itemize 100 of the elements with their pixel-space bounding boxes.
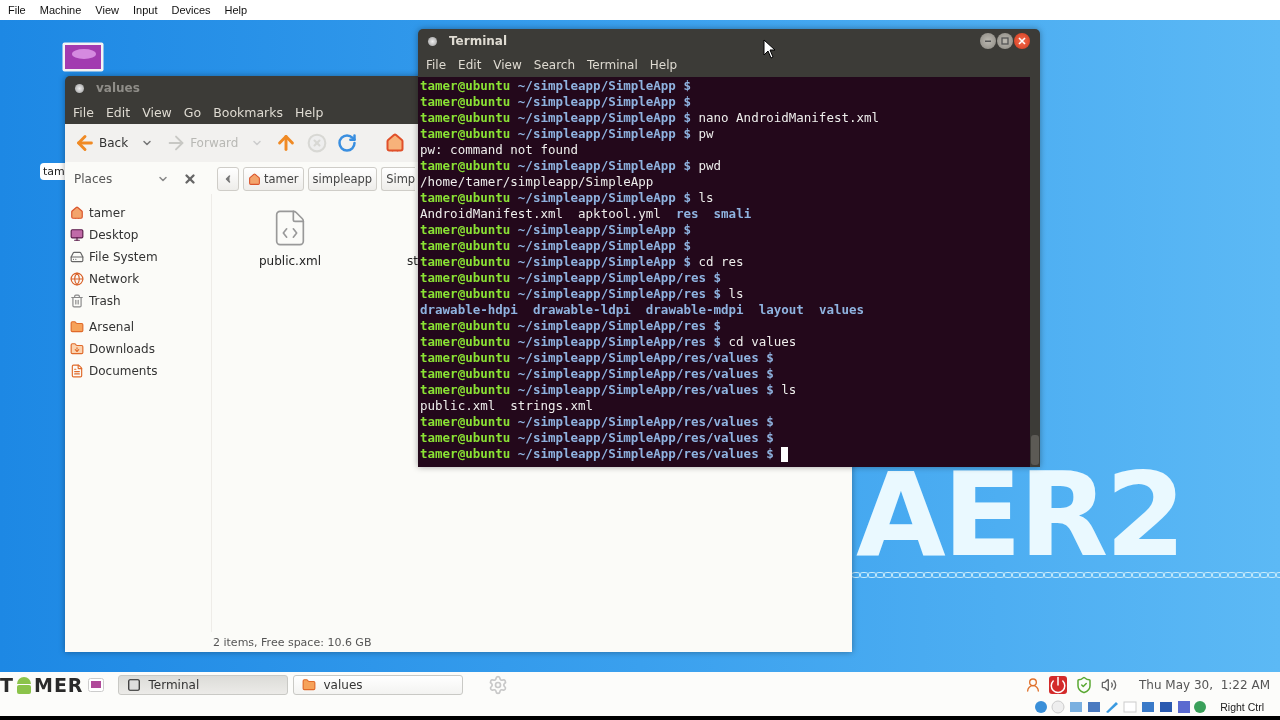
globe-icon (70, 272, 84, 286)
terminal-line: tamer@ubuntu ~/simpleapp/SimpleApp/res/values $ (420, 414, 774, 430)
menu-item[interactable]: Input (125, 4, 165, 16)
bookmark-item[interactable]: Arsenal (89, 320, 135, 334)
house-icon (248, 172, 261, 186)
sidebar-item[interactable]: File System (89, 250, 158, 264)
menu-item[interactable]: Help (217, 4, 255, 16)
window-title: values (96, 81, 140, 95)
user-icon[interactable] (1025, 677, 1041, 693)
terminal-line: tamer@ubuntu ~/simpleapp/SimpleApp/res $ (420, 318, 722, 334)
folder-icon (70, 320, 84, 334)
menu-item[interactable]: Edit (452, 58, 488, 72)
task-button[interactable]: Terminal (117, 675, 288, 695)
menu-item[interactable]: View (88, 4, 126, 16)
close-button[interactable] (1014, 33, 1030, 49)
terminal-line: public.xml strings.xml (420, 398, 594, 414)
terminal-line: AndroidManifest.xml apktool.yml res smali (420, 206, 752, 222)
back-button[interactable]: Back (71, 128, 159, 158)
monitor-icon (70, 228, 84, 242)
monitor-icon[interactable] (62, 42, 104, 72)
window-menu-icon[interactable] (75, 83, 84, 93)
menu-item[interactable]: Go (177, 104, 208, 120)
terminal-line: tamer@ubuntu ~/simpleapp/SimpleApp/res $ cd values (420, 334, 797, 350)
terminal-line: tamer@ubuntu ~/simpleapp/SimpleApp $ (420, 238, 691, 254)
menu-item[interactable]: File (1, 4, 33, 16)
terminal-line: tamer@ubuntu ~/simpleapp/SimpleApp $ (420, 222, 691, 238)
drive-icon (70, 250, 84, 264)
path-button[interactable]: simpleapp (307, 167, 378, 191)
menu-item[interactable]: View (136, 104, 178, 120)
trash-icon (70, 294, 84, 308)
menu-item[interactable]: File (420, 58, 453, 72)
sidebar-item[interactable]: Desktop (89, 228, 139, 242)
menu-item[interactable]: Edit (99, 104, 137, 120)
terminal-line: tamer@ubuntu ~/simpleapp/SimpleApp/res/values $ ls (420, 382, 797, 398)
terminal-line: tamer@ubuntu ~/simpleapp/SimpleApp/res $ ls (420, 286, 744, 302)
document-icon (70, 364, 84, 378)
scrollbar-thumb[interactable] (1031, 435, 1039, 465)
menu-item[interactable]: Help (643, 58, 684, 72)
terminal-line: tamer@ubuntu ~/simpleapp/SimpleApp $ (420, 94, 691, 110)
terminal-line: tamer@ubuntu ~/simpleapp/SimpleApp $ pw (420, 126, 714, 142)
back-arrow-icon (74, 132, 96, 154)
window-menu-icon[interactable] (428, 36, 437, 46)
terminal-line: tamer@ubuntu ~/simpleapp/SimpleApp $ nano AndroidManifest.xml (420, 110, 880, 126)
file-name[interactable]: public.xml (258, 254, 321, 268)
menu-item[interactable]: Help (289, 104, 330, 120)
download-folder-icon (70, 342, 84, 356)
terminal-line: drawable-hdpi drawable-ldpi drawable-mdpi layout values (420, 302, 865, 318)
path-button[interactable]: tamer (243, 167, 304, 191)
stop-icon (307, 133, 328, 153)
terminal-line: tamer@ubuntu ~/simpleapp/SimpleApp/res/values $ (420, 446, 774, 462)
maximize-icon (1001, 37, 1009, 45)
terminal-icon (126, 678, 141, 692)
power-icon[interactable] (1049, 676, 1067, 694)
desktop-icon-label[interactable]: tam (40, 163, 65, 180)
reload-icon (337, 133, 358, 153)
side-pane-selector[interactable]: Places (65, 166, 175, 192)
bookmark-item[interactable]: Downloads (89, 342, 155, 356)
terminal-line: tamer@ubuntu ~/simpleapp/SimpleApp $ ls (420, 190, 714, 206)
terminal-line: tamer@ubuntu ~/simpleapp/SimpleApp/res $ (420, 270, 722, 286)
terminal-line: tamer@ubuntu ~/simpleapp/SimpleApp/res/values $ (420, 430, 774, 446)
window-title: Terminal (449, 34, 508, 48)
terminal-line: /home/tamer/simpleapp/SimpleApp (420, 174, 654, 190)
menu-item[interactable]: Devices (164, 4, 218, 16)
host-key-label: Right Ctrl (1220, 701, 1264, 713)
terminal-line: tamer@ubuntu ~/simpleapp/SimpleApp $ cd res (420, 254, 744, 270)
close-pane-icon[interactable] (183, 172, 197, 186)
house-icon (70, 206, 84, 220)
home-folder-icon (385, 133, 406, 153)
file-name[interactable]: st (407, 254, 418, 268)
terminal-line: pw: command not found (420, 142, 579, 158)
bookmark-item[interactable]: Documents (89, 364, 158, 378)
show-desktop-icon[interactable] (87, 678, 104, 692)
sidebar-item[interactable]: Trash (89, 294, 121, 308)
scroll-left-button[interactable] (217, 167, 239, 191)
menu-item[interactable]: Search (527, 58, 582, 72)
terminal-line: tamer@ubuntu ~/simpleapp/SimpleApp/res/values $ (420, 366, 774, 382)
terminal-line: tamer@ubuntu ~/simpleapp/SimpleApp $ pwd (420, 158, 722, 174)
speaker-icon[interactable] (1101, 677, 1117, 693)
menu-item[interactable]: View (487, 58, 528, 72)
close-icon (1018, 37, 1026, 45)
sidebar-item[interactable]: Network (89, 272, 140, 286)
status-text: 2 items, Free space: 10.6 GB (213, 635, 372, 649)
menu-item[interactable]: Machine (32, 4, 89, 16)
menu-item[interactable]: Bookmarks (207, 104, 289, 120)
path-button[interactable]: Simp (381, 167, 416, 191)
mouse-pointer-icon (763, 39, 777, 59)
task-button[interactable]: values (292, 675, 463, 695)
logo-text: T (0, 674, 14, 696)
folder-icon (301, 678, 316, 692)
logo-text: MER (33, 674, 84, 696)
terminal-line: tamer@ubuntu ~/simpleapp/SimpleApp $ (420, 78, 691, 94)
minimize-button[interactable] (980, 33, 996, 49)
maximize-button[interactable] (997, 33, 1013, 49)
clock[interactable]: Thu May 30, 1:22 AM (1139, 678, 1270, 692)
sidebar-item[interactable]: tamer (89, 206, 126, 220)
menu-item[interactable]: Terminal (581, 58, 644, 72)
menu-item[interactable]: File (67, 104, 100, 120)
wallpaper-logo-text: AER2 (856, 470, 1184, 560)
terminal-line: tamer@ubuntu ~/simpleapp/SimpleApp/res/values $ (420, 350, 774, 366)
shield-check-icon[interactable] (1075, 676, 1093, 694)
